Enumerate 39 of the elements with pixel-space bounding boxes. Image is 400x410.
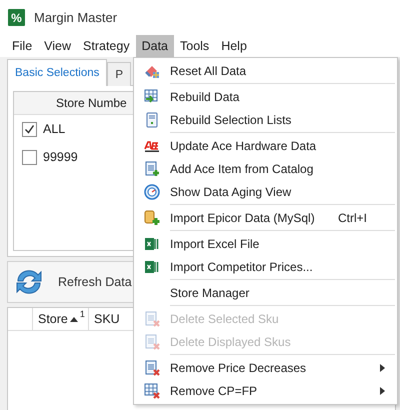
- document-delete-icon: [144, 334, 160, 350]
- column-header: Store Numbe: [56, 96, 127, 110]
- document-plus-icon: [144, 160, 160, 176]
- menu-item[interactable]: Remove Price Decreases: [134, 356, 397, 379]
- document-icon: [144, 112, 160, 128]
- spreadsheet-icon: [144, 258, 160, 274]
- tab[interactable]: Basic Selections: [7, 59, 108, 86]
- checkbox[interactable]: [22, 122, 37, 136]
- menu-item[interactable]: Remove CP=FP: [134, 379, 397, 402]
- menu-item[interactable]: Rebuild Selection Lists: [134, 108, 397, 131]
- menu-bar-item[interactable]: Strategy: [77, 35, 136, 57]
- menu-bar-item[interactable]: Help: [215, 35, 253, 57]
- store-label: ALL: [43, 122, 66, 136]
- menu-item[interactable]: Rebuild Data: [134, 85, 397, 108]
- menu-item[interactable]: Add Ace Item from Catalog: [134, 157, 397, 180]
- menu-bar-item[interactable]: Tools: [174, 35, 216, 57]
- app-icon: %: [8, 9, 25, 26]
- menu-item[interactable]: Reset All Data: [134, 59, 397, 82]
- menu-item[interactable]: Show Data Aging View: [134, 180, 397, 203]
- spreadsheet-icon: [144, 236, 160, 252]
- table-arrow-icon: [144, 88, 160, 104]
- menu-bar-item[interactable]: View: [38, 35, 78, 57]
- tab[interactable]: P: [107, 62, 132, 86]
- document-delete-icon: [144, 310, 160, 326]
- document-delete-icon: [144, 360, 160, 376]
- sort-index: 1: [80, 309, 85, 319]
- checkbox[interactable]: [22, 150, 37, 164]
- column-header[interactable]: SKU: [94, 312, 120, 326]
- menu-bar-item[interactable]: Data: [136, 35, 174, 57]
- database-plus-icon: [144, 210, 160, 226]
- window-title: Margin Master: [34, 10, 118, 25]
- store-label: 99999: [43, 150, 78, 164]
- column-header[interactable]: Store: [38, 312, 68, 326]
- menu-item[interactable]: Update Ace Hardware Data: [134, 134, 397, 157]
- menu-item[interactable]: Import Epicor Data (MySql) Ctrl+I: [134, 206, 397, 229]
- menu-item[interactable]: Import Excel File: [134, 232, 397, 255]
- menu-bar-item[interactable]: File: [6, 35, 38, 57]
- gauge-icon: [144, 184, 160, 200]
- table-delete-icon: [144, 382, 160, 398]
